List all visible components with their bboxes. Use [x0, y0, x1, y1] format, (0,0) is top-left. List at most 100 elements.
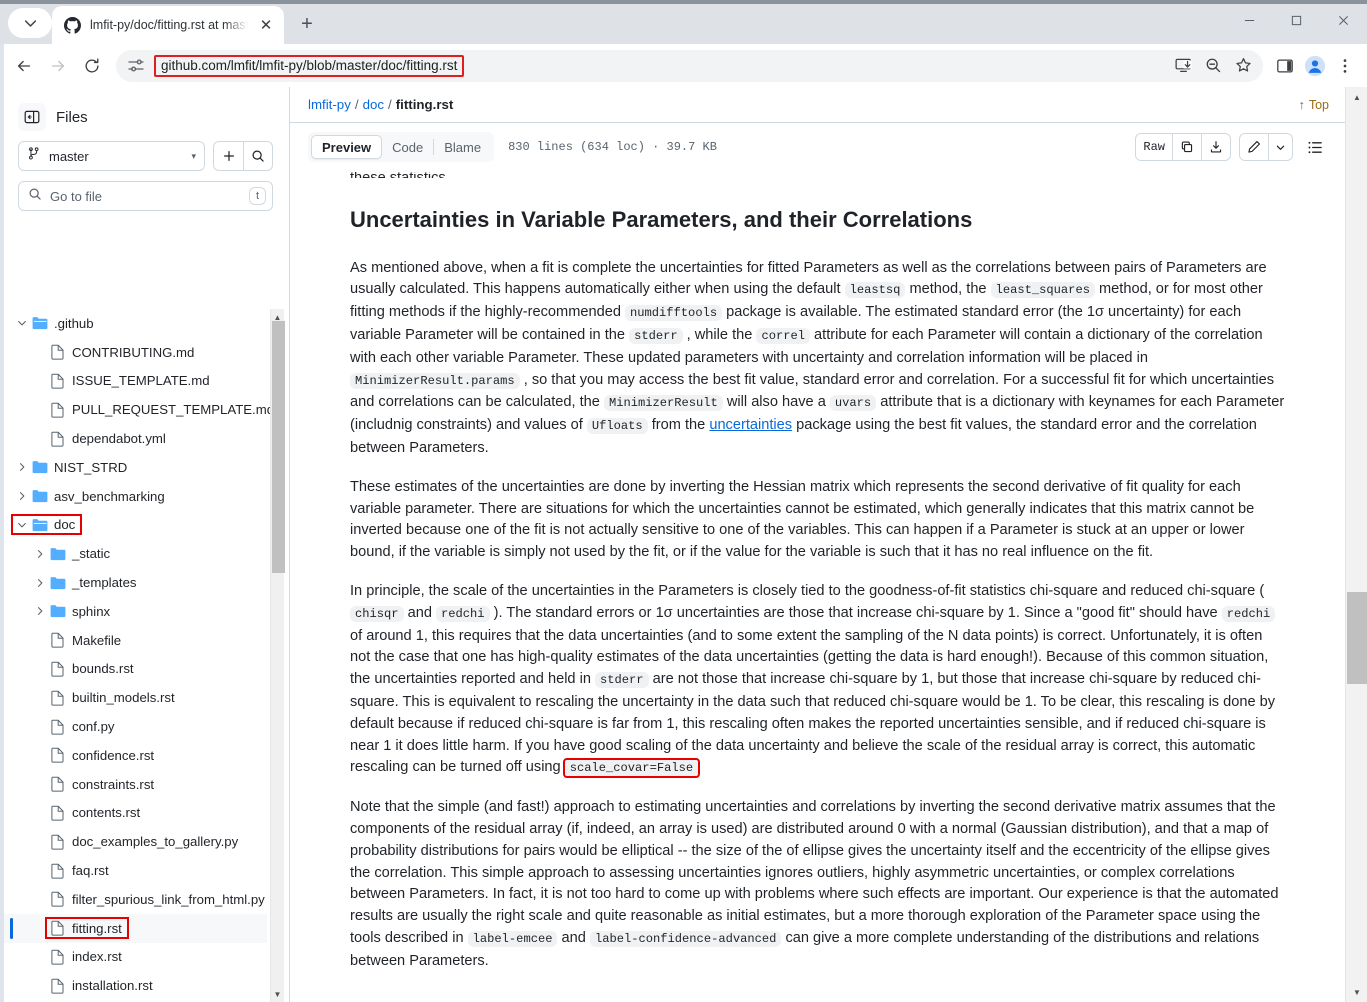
- profile-avatar-icon[interactable]: [1301, 52, 1329, 80]
- install-app-icon[interactable]: [1169, 52, 1197, 80]
- tree-item-sphinx[interactable]: sphinx: [0, 597, 267, 626]
- breadcrumb-folder[interactable]: doc: [363, 97, 384, 112]
- back-button[interactable]: [8, 50, 40, 82]
- scroll-down-arrow[interactable]: ▼: [1346, 982, 1367, 1002]
- tree-item-contributing-md[interactable]: CONTRIBUTING.md: [0, 338, 267, 367]
- highlighted-code-token: scale_covar=False: [562, 758, 701, 779]
- tree-item-builtin-models-rst[interactable]: builtin_models.rst: [0, 683, 267, 712]
- minimize-button[interactable]: [1226, 0, 1273, 40]
- chevron-right-icon[interactable]: [32, 606, 48, 616]
- chevron-right-icon[interactable]: [14, 491, 30, 501]
- tree-item-doc-examples-to-gallery-py[interactable]: doc_examples_to_gallery.py: [0, 827, 267, 856]
- paragraph-p3: In principle, the scale of the uncertain…: [350, 581, 1285, 780]
- reload-button[interactable]: [76, 50, 108, 82]
- file-icon: [48, 891, 68, 907]
- tab-preview[interactable]: Preview: [311, 135, 383, 159]
- tree-item--github[interactable]: .github: [0, 309, 267, 338]
- scroll-up-arrow[interactable]: ▲: [1346, 87, 1367, 107]
- tree-item--static[interactable]: _static: [0, 539, 267, 568]
- top-link[interactable]: ↑ Top: [1299, 98, 1329, 112]
- tree-item-issue-template-md[interactable]: ISSUE_TEMPLATE.md: [0, 367, 267, 396]
- raw-copy-download-group: Raw: [1135, 133, 1231, 161]
- bookmark-star-icon[interactable]: [1229, 52, 1257, 80]
- branch-icon: [27, 146, 41, 166]
- tree-item-conf-py[interactable]: conf.py: [0, 712, 267, 741]
- chevron-down-icon[interactable]: [14, 520, 30, 530]
- side-panel-icon[interactable]: [1271, 52, 1299, 80]
- tree-item-doc[interactable]: doc: [0, 511, 267, 540]
- browser-tab[interactable]: lmfit-py/doc/fitting.rst at maste ✕: [52, 6, 284, 44]
- tree-item-installation-rst[interactable]: installation.rst: [0, 971, 267, 1000]
- add-file-button[interactable]: [214, 142, 243, 170]
- file-icon: [48, 949, 68, 965]
- tab-search-button[interactable]: [8, 8, 52, 38]
- file-tree-sidebar: Files master ▾ Go to file t .github CONT…: [0, 87, 290, 1002]
- zoom-out-icon[interactable]: [1199, 52, 1227, 80]
- file-icon: [48, 863, 68, 879]
- tree-item-confidence-rst[interactable]: confidence.rst: [0, 741, 267, 770]
- scrollbar-thumb[interactable]: [272, 321, 285, 573]
- tree-item-label: Makefile: [72, 632, 122, 648]
- chevron-right-icon[interactable]: [32, 578, 48, 588]
- tree-item-index-rst[interactable]: index.rst: [0, 943, 267, 972]
- file-icon: [48, 920, 68, 936]
- tree-item--templates[interactable]: _templates: [0, 568, 267, 597]
- url-text[interactable]: github.com/lmfit/lmfit-py/blob/master/do…: [154, 54, 465, 77]
- breadcrumb-separator-2: /: [388, 97, 392, 112]
- breadcrumb-repo[interactable]: lmfit-py: [308, 97, 351, 112]
- tree-item-label: asv_benchmarking: [54, 488, 165, 504]
- window-top-border: [0, 0, 1367, 4]
- tree-item-makefile[interactable]: Makefile: [0, 626, 267, 655]
- download-icon[interactable]: [1201, 134, 1230, 160]
- doc-link[interactable]: uncertainties: [709, 417, 792, 433]
- tab-code[interactable]: Code: [382, 135, 433, 159]
- paragraph-text: , while the: [682, 326, 757, 343]
- tree-item-nist-strd[interactable]: NIST_STRD: [0, 453, 267, 482]
- panel-collapse-icon[interactable]: [18, 103, 46, 131]
- tree-item-contents-rst[interactable]: contents.rst: [0, 799, 267, 828]
- close-window-button[interactable]: [1320, 0, 1367, 40]
- pencil-icon[interactable]: [1240, 134, 1268, 160]
- section-heading-1: Uncertainties in Variable Parameters, an…: [350, 207, 973, 232]
- file-meta: 830 lines (634 loc) · 39.7 KB: [508, 140, 717, 154]
- site-settings-icon[interactable]: [126, 56, 146, 76]
- copy-icon[interactable]: [1172, 134, 1201, 160]
- content-scrollbar[interactable]: ▲ ▼: [1345, 87, 1367, 1002]
- chevron-right-icon[interactable]: [32, 549, 48, 559]
- tree-item-label: _templates: [72, 575, 137, 591]
- new-tab-button[interactable]: +: [292, 9, 322, 39]
- address-bar[interactable]: github.com/lmfit/lmfit-py/blob/master/do…: [116, 49, 1263, 82]
- inline-code: chisqr: [350, 605, 404, 622]
- tree-item-label: sphinx: [72, 603, 111, 619]
- edit-dropdown-caret[interactable]: [1268, 134, 1292, 160]
- search-files-button[interactable]: [243, 142, 272, 170]
- scrollbar-thumb[interactable]: [1347, 592, 1367, 684]
- tree-item-fitting-rst[interactable]: fitting.rst: [0, 913, 267, 943]
- tree-item-pull-request-template-md[interactable]: PULL_REQUEST_TEMPLATE.md: [0, 395, 274, 424]
- outline-list-icon[interactable]: [1301, 133, 1329, 161]
- close-tab-icon[interactable]: ✕: [256, 15, 276, 35]
- file-icon: [48, 431, 68, 447]
- branch-selector[interactable]: master ▾: [18, 141, 205, 171]
- tree-item-dependabot-yml[interactable]: dependabot.yml: [0, 424, 267, 453]
- chevron-right-icon[interactable]: [14, 462, 30, 472]
- view-mode-tabs: Preview Code Blame: [308, 132, 495, 162]
- tree-item-faq-rst[interactable]: faq.rst: [0, 856, 267, 885]
- tree-item-asv-benchmarking[interactable]: asv_benchmarking: [0, 482, 267, 511]
- tree-item-constraints-rst[interactable]: constraints.rst: [0, 770, 267, 799]
- sidebar-scrollbar[interactable]: ▲ ▼: [270, 309, 285, 1002]
- chevron-down-icon[interactable]: [14, 318, 30, 328]
- tree-item-bounds-rst[interactable]: bounds.rst: [0, 655, 267, 684]
- tree-item-label: faq.rst: [72, 863, 109, 879]
- file-icon: [48, 690, 68, 706]
- raw-button[interactable]: Raw: [1136, 134, 1172, 160]
- scroll-down-arrow[interactable]: ▼: [271, 986, 285, 1002]
- paragraph-text: will also have a: [722, 394, 830, 411]
- tree-item-label: confidence.rst: [72, 747, 155, 763]
- tree-item-filter-spurious-link-from-html-py[interactable]: filter_spurious_link_from_html.py: [0, 885, 267, 914]
- more-menu-icon[interactable]: [1331, 52, 1359, 80]
- go-to-file-input[interactable]: Go to file t: [18, 181, 273, 211]
- forward-button[interactable]: [42, 50, 74, 82]
- tab-blame[interactable]: Blame: [434, 135, 491, 159]
- maximize-button[interactable]: [1273, 0, 1320, 40]
